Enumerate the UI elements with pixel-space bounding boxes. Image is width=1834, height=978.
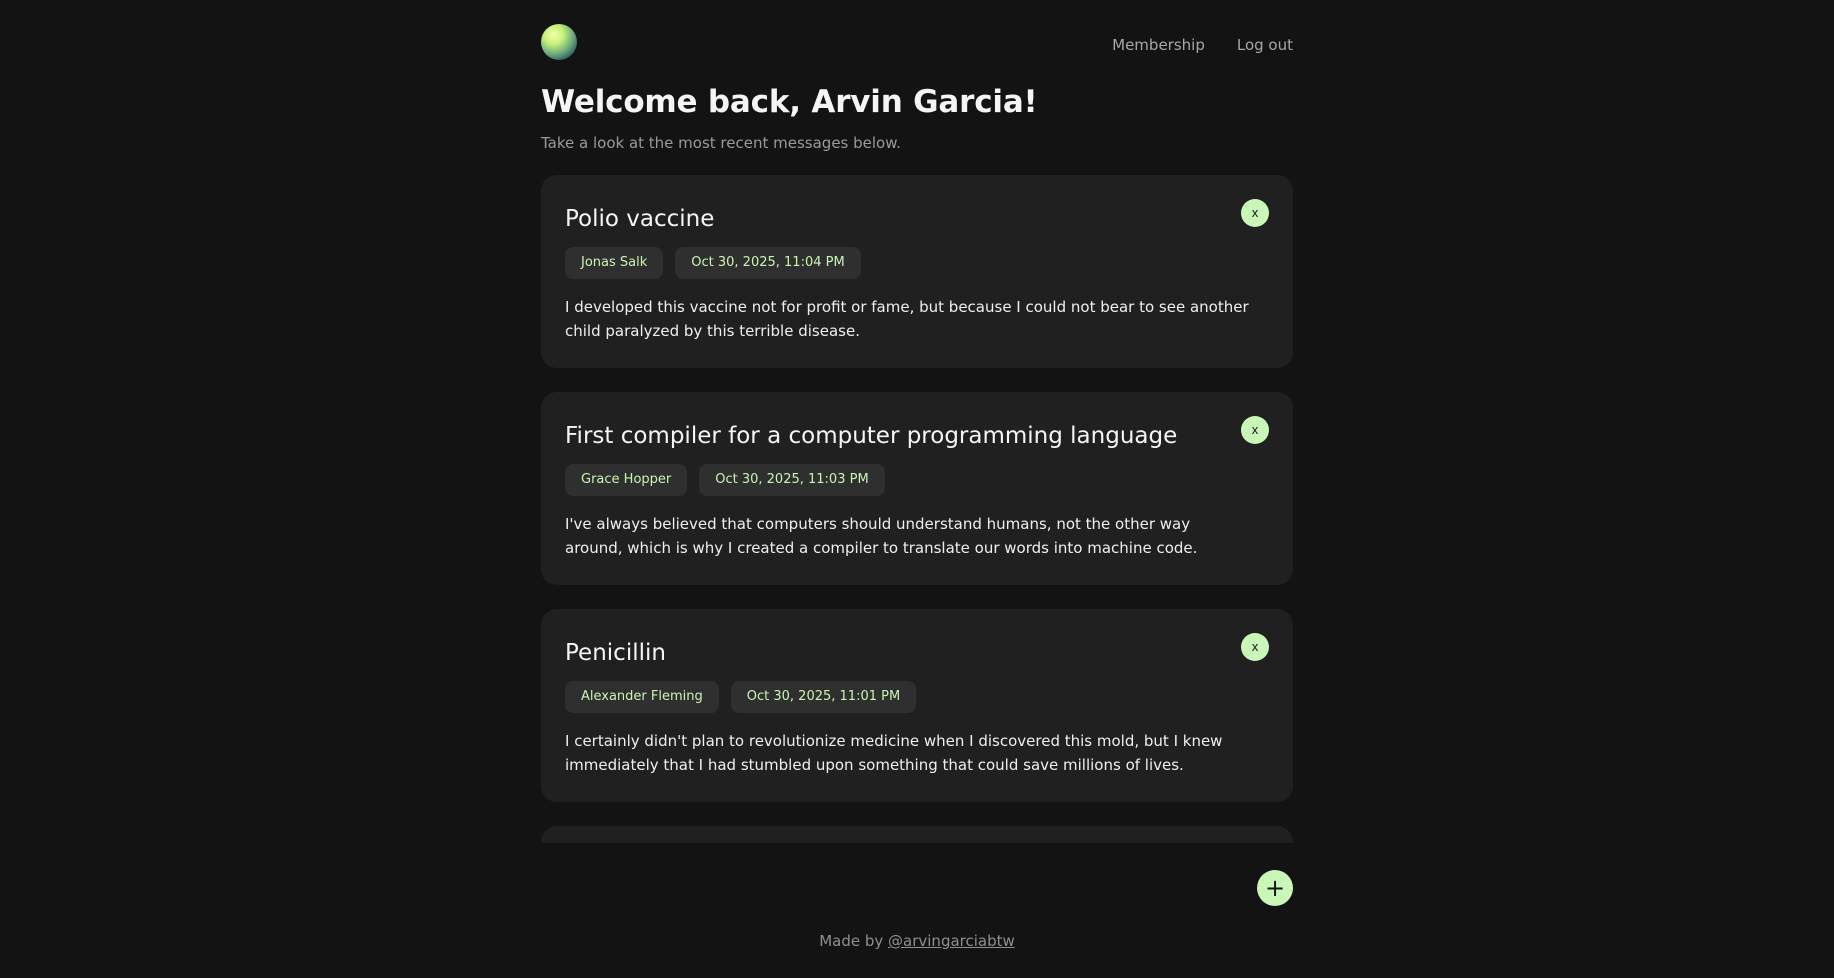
page-subtitle: Take a look at the most recent messages … bbox=[541, 134, 901, 152]
message-card: Polio vaccine Jonas Salk Oct 30, 2025, 1… bbox=[541, 175, 1293, 368]
message-tags: Grace Hopper Oct 30, 2025, 11:03 PM bbox=[565, 464, 1269, 496]
logout-link[interactable]: Log out bbox=[1237, 36, 1293, 54]
membership-link[interactable]: Membership bbox=[1112, 36, 1205, 54]
footer-prefix: Made by bbox=[819, 932, 889, 950]
message-body: I developed this vaccine not for profit … bbox=[565, 298, 1249, 340]
top-bar: Membership Log out bbox=[541, 0, 1293, 86]
date-badge: Oct 30, 2025, 11:03 PM bbox=[699, 464, 885, 496]
author-badge: Alexander Fleming bbox=[565, 681, 719, 713]
message-tags: Jonas Salk Oct 30, 2025, 11:04 PM bbox=[565, 247, 1269, 279]
message-title: Polio vaccine bbox=[565, 206, 715, 232]
logo-icon[interactable] bbox=[541, 24, 577, 60]
message-title: First compiler for a computer programmin… bbox=[565, 423, 1178, 449]
nav: Membership Log out bbox=[1112, 36, 1293, 54]
add-message-button[interactable]: + bbox=[1257, 870, 1293, 906]
message-tags: Alexander Fleming Oct 30, 2025, 11:01 PM bbox=[565, 681, 1269, 713]
message-body: I've always believed that computers shou… bbox=[565, 515, 1198, 557]
message-card-partial bbox=[541, 826, 1293, 843]
main-container: Membership Log out Welcome back, Arvin G… bbox=[541, 0, 1293, 843]
date-badge: Oct 30, 2025, 11:01 PM bbox=[730, 681, 917, 713]
delete-message-button[interactable]: x bbox=[1241, 199, 1269, 227]
author-badge: Jonas Salk bbox=[565, 247, 664, 279]
page-title: Welcome back, Arvin Garcia! bbox=[541, 84, 1038, 120]
footer: Made by @arvingarciabtw bbox=[0, 932, 1834, 950]
author-link[interactable]: @arvingarciabtw bbox=[888, 932, 1015, 950]
author-badge: Grace Hopper bbox=[565, 464, 688, 496]
message-card: Penicillin Alexander Fleming Oct 30, 202… bbox=[541, 609, 1293, 802]
message-card: First compiler for a computer programmin… bbox=[541, 392, 1293, 585]
delete-message-button[interactable]: x bbox=[1241, 633, 1269, 661]
message-title: Penicillin bbox=[565, 640, 666, 666]
message-list[interactable]: Polio vaccine Jonas Salk Oct 30, 2025, 1… bbox=[541, 175, 1293, 843]
delete-message-button[interactable]: x bbox=[1241, 416, 1269, 444]
date-badge: Oct 30, 2025, 11:04 PM bbox=[675, 247, 861, 279]
message-body: I certainly didn't plan to revolutionize… bbox=[565, 732, 1223, 774]
